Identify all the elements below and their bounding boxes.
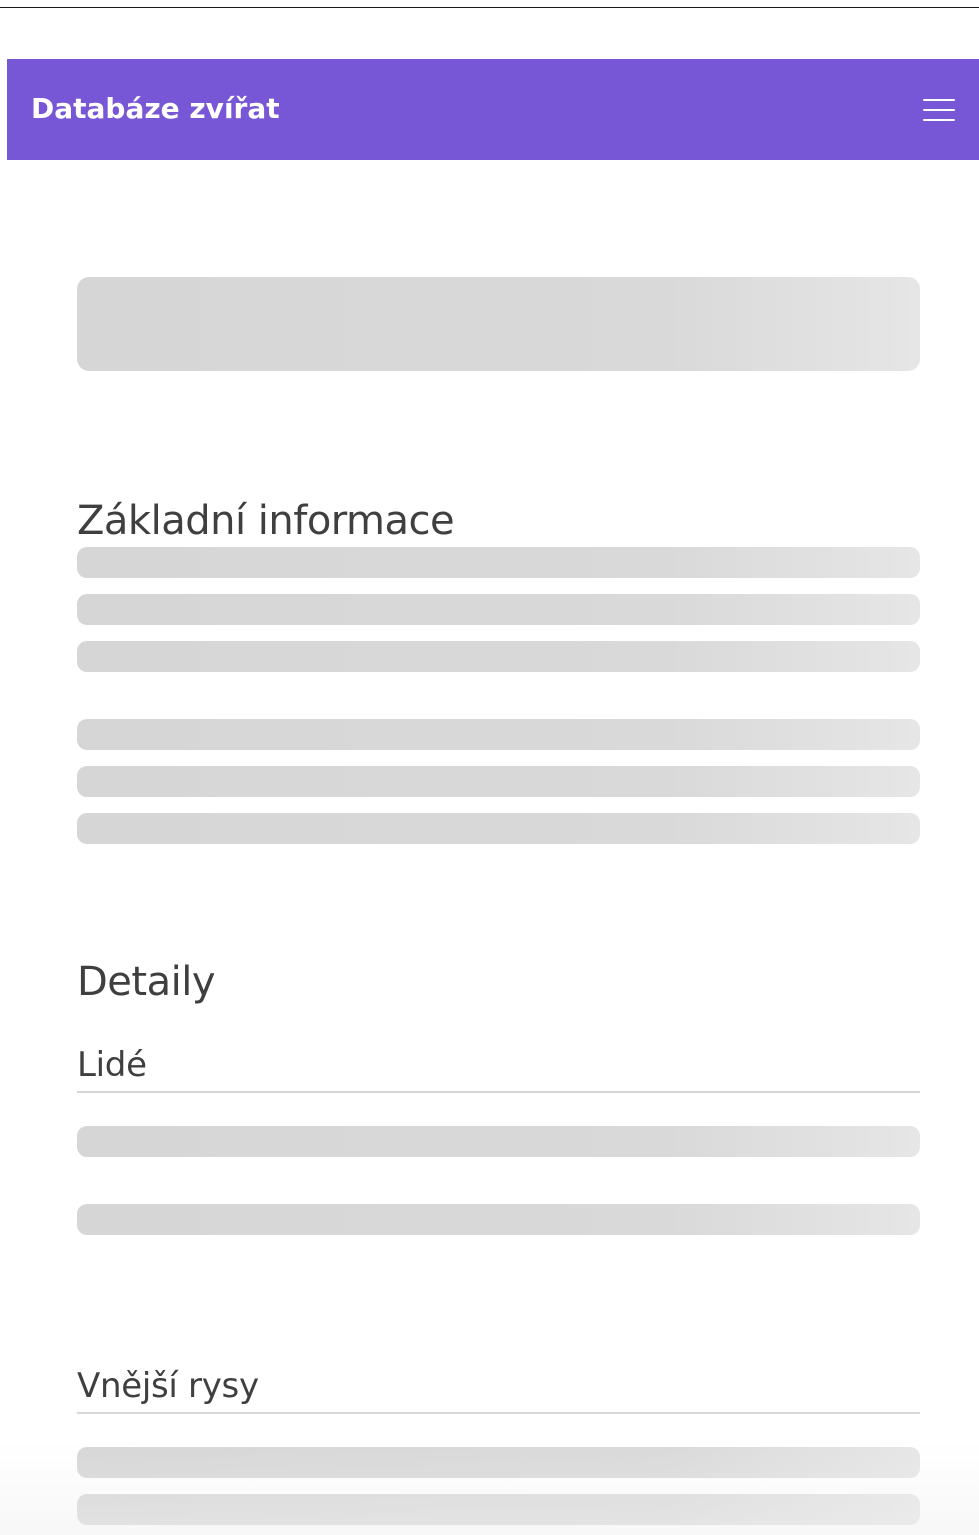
title-skeleton-placeholder (77, 277, 920, 371)
menu-toggle-button[interactable] (916, 93, 962, 127)
navbar: Databáze zvířat (7, 59, 979, 160)
top-divider (0, 7, 979, 8)
hamburger-menu-icon-bar (923, 109, 955, 111)
skeleton-line (77, 547, 920, 578)
people-heading: Lidé (77, 1045, 147, 1085)
skeleton-line (77, 813, 920, 844)
skeleton-line (77, 766, 920, 797)
skeleton-line (77, 1126, 920, 1157)
hamburger-menu-icon (923, 99, 955, 101)
brand-link[interactable]: Databáze zvířat (31, 91, 280, 127)
details-heading: Detaily (77, 959, 216, 1006)
skeleton-line (77, 719, 920, 750)
skeleton-line (77, 1494, 920, 1525)
skeleton-line (77, 641, 920, 672)
section-divider (77, 1412, 920, 1414)
basic-info-heading: Základní informace (77, 497, 455, 544)
section-divider (77, 1091, 920, 1093)
hamburger-menu-icon-bar (923, 119, 955, 121)
skeleton-line (77, 1204, 920, 1235)
appearance-heading: Vnější rysy (77, 1366, 259, 1406)
skeleton-line (77, 1447, 920, 1478)
skeleton-line (77, 594, 920, 625)
